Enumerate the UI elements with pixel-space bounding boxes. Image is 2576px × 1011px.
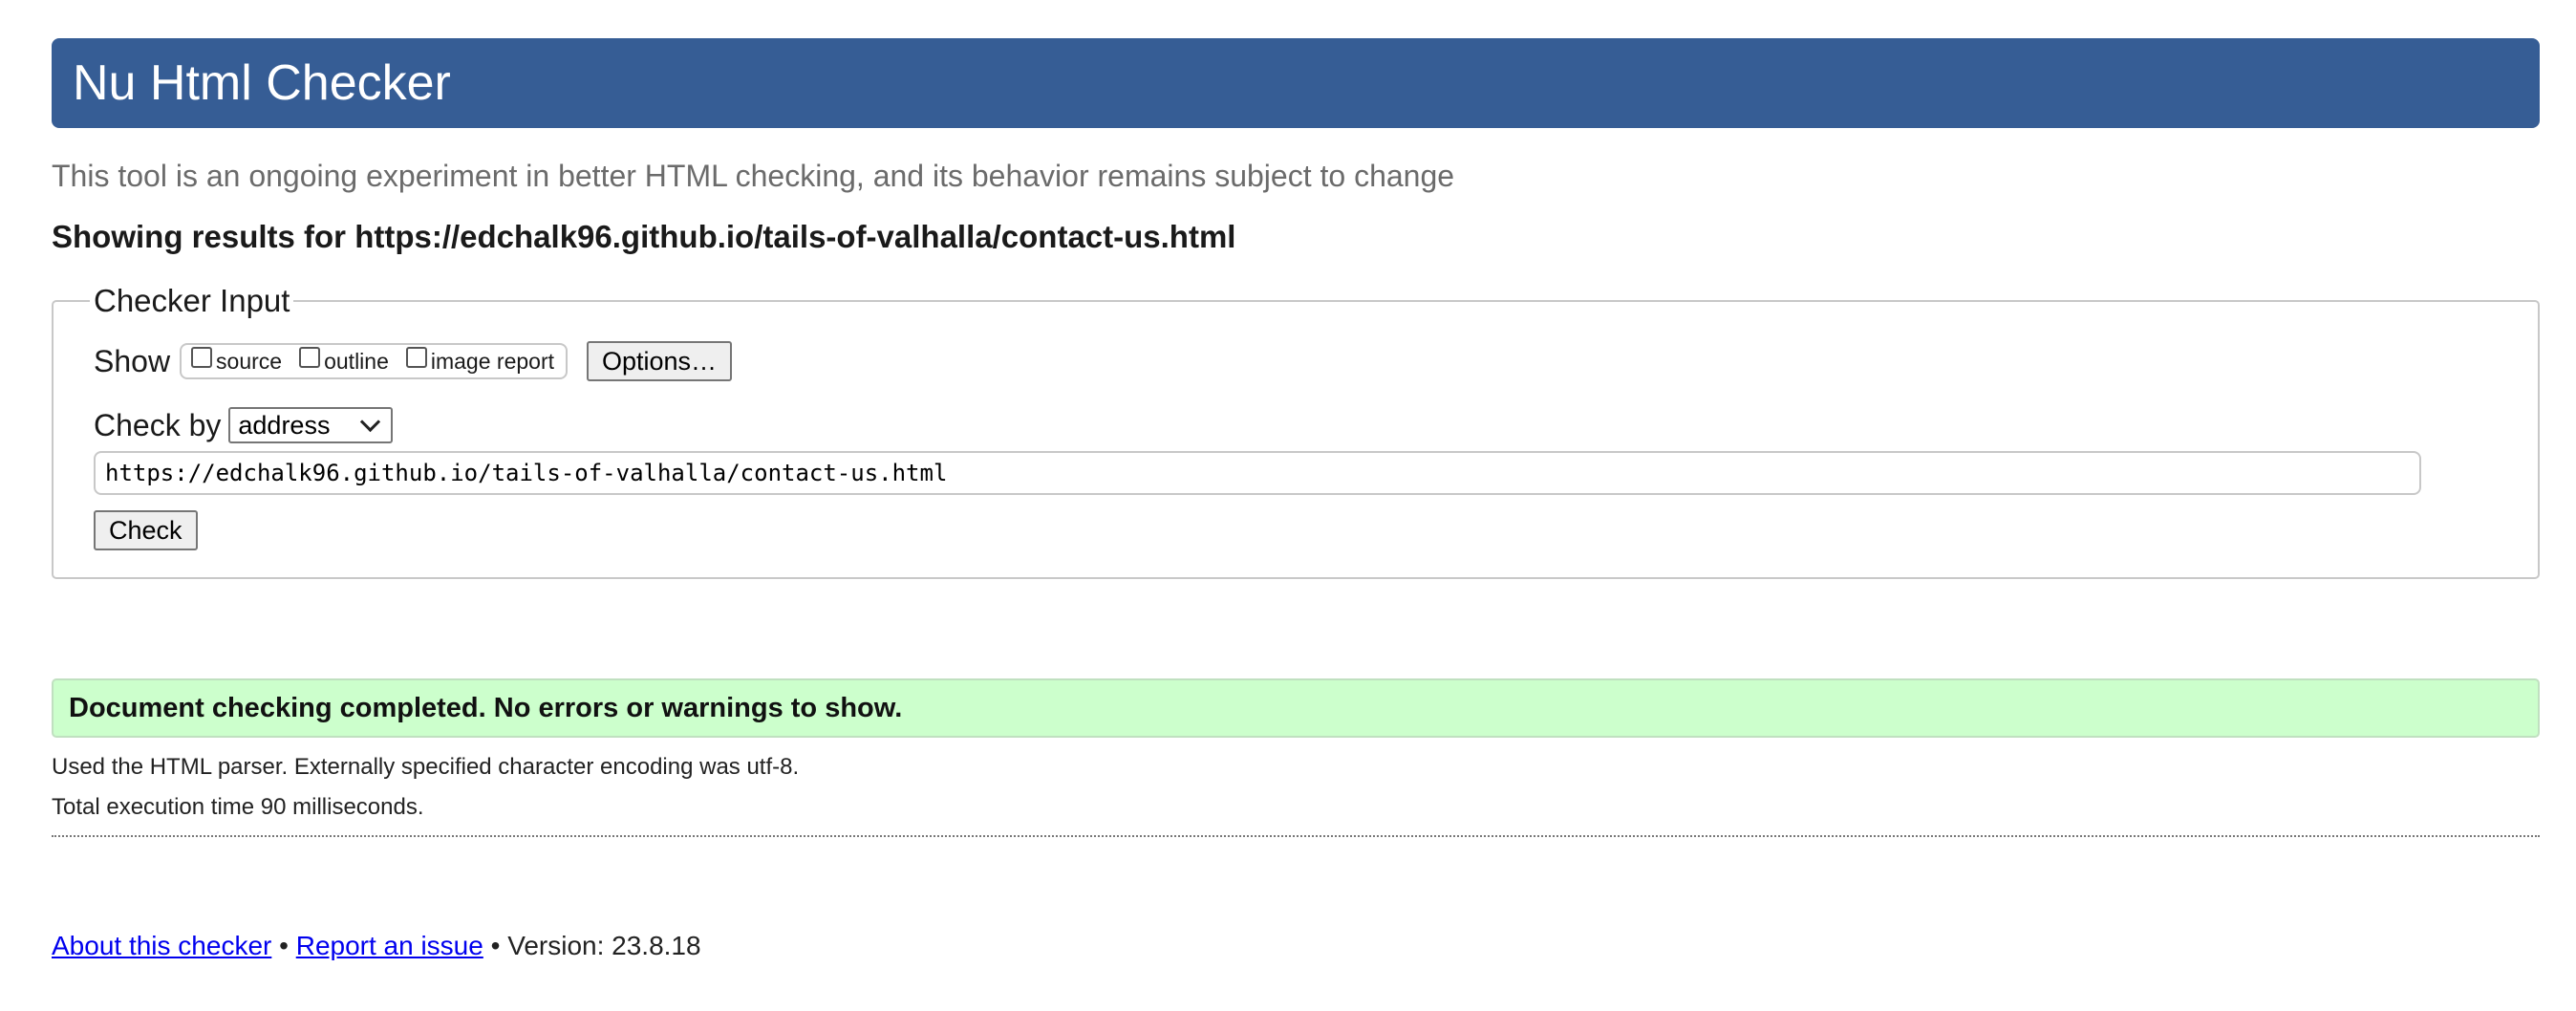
tool-description: This tool is an ongoing experiment in be… xyxy=(52,159,1455,193)
version-text: Version: 23.8.18 xyxy=(507,931,701,960)
image-report-checkbox[interactable] xyxy=(405,347,427,368)
about-checker-link[interactable]: About this checker xyxy=(52,931,271,960)
source-checkbox[interactable] xyxy=(191,347,213,368)
footer-divider xyxy=(52,835,2540,837)
report-issue-link[interactable]: Report an issue xyxy=(296,931,483,960)
show-outline-option[interactable]: outline xyxy=(299,347,389,375)
header-banner: Nu Html Checker xyxy=(52,38,2540,128)
check-by-selected-value: address xyxy=(238,410,331,440)
show-image-report-option[interactable]: image report xyxy=(405,347,554,375)
image-report-checkbox-label: image report xyxy=(430,348,554,374)
check-by-label: Check by xyxy=(94,407,222,442)
url-input[interactable]: https://edchalk96.github.io/tails-of-val… xyxy=(94,451,2421,495)
check-button[interactable]: Check xyxy=(94,510,198,550)
options-button[interactable]: Options… xyxy=(587,341,733,381)
outline-checkbox[interactable] xyxy=(299,347,321,368)
parser-info: Used the HTML parser. Externally specifi… xyxy=(52,754,800,780)
footer: About this checker • Report an issue • V… xyxy=(52,931,2540,961)
checker-input-fieldset: Checker Input Show source outline image … xyxy=(52,283,2540,579)
footer-separator: • xyxy=(279,931,289,960)
source-checkbox-label: source xyxy=(216,348,283,374)
results-heading: Showing results for https://edchalk96.gi… xyxy=(52,219,1236,254)
check-by-row: Check by address xyxy=(94,405,2498,445)
show-row: Show source outline image report Options… xyxy=(94,338,2498,384)
result-success-message: Document checking completed. No errors o… xyxy=(52,678,2540,738)
footer-separator: • xyxy=(490,931,501,960)
show-source-option[interactable]: source xyxy=(191,347,283,375)
check-by-select[interactable]: address xyxy=(228,407,394,443)
chevron-down-icon xyxy=(360,411,381,432)
page-title: Nu Html Checker xyxy=(73,55,451,111)
outline-checkbox-label: outline xyxy=(324,348,389,374)
show-label: Show xyxy=(94,343,171,378)
page: Nu Html Checker This tool is an ongoing … xyxy=(52,38,2540,961)
show-options-group: source outline image report xyxy=(180,343,568,379)
execution-time-info: Total execution time 90 milliseconds. xyxy=(52,794,424,820)
checker-input-legend: Checker Input xyxy=(94,283,290,318)
